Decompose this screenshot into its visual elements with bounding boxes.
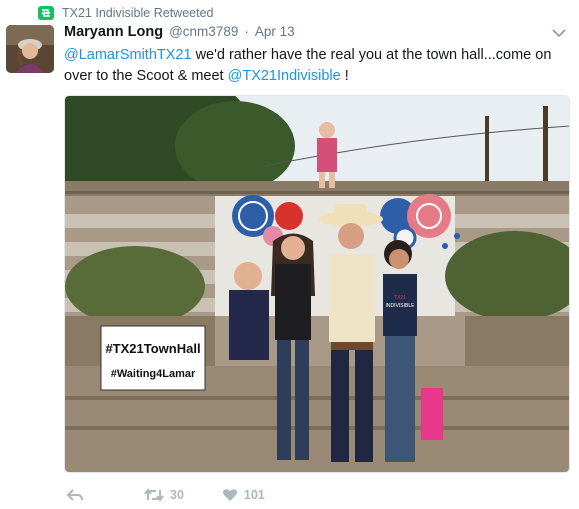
author-handle[interactable]: @cnm3789 <box>169 24 238 39</box>
retweet-count: 30 <box>170 488 184 502</box>
separator: · <box>244 24 249 39</box>
mention-link[interactable]: @TX21Indivisible <box>228 68 341 84</box>
like-count: 101 <box>243 488 265 502</box>
author-name[interactable]: Maryann Long <box>64 24 163 40</box>
retweet-context-text: TX21 Indivisible Retweeted <box>62 6 214 20</box>
tweet-text: @LamarSmithTX21 we'd rather have the rea… <box>64 45 569 87</box>
retweet-button[interactable]: 30 <box>144 488 184 502</box>
sign-line-1: #TX21TownHall <box>105 341 200 356</box>
retweet-icon <box>38 6 54 20</box>
chevron-down-icon[interactable] <box>551 26 567 38</box>
heart-icon <box>222 489 237 501</box>
mention-link[interactable]: @LamarSmithTX21 <box>64 47 192 63</box>
avatar[interactable] <box>6 25 54 73</box>
reply-button[interactable] <box>66 488 84 502</box>
reply-icon <box>66 489 83 501</box>
tweet-actions: 30 101 <box>64 485 265 505</box>
retweet-icon <box>144 488 164 502</box>
shirt-text-1: TX21 <box>394 295 406 301</box>
like-button[interactable]: 101 <box>222 488 265 502</box>
tweet-photo[interactable]: #TX21TownHall #Waiting4Lamar TX21 INDIVI… <box>64 95 570 473</box>
tweet-text-part: ! <box>340 68 349 84</box>
shirt-text-2: INDIVISIBLE <box>386 303 416 309</box>
tweet-header: Maryann Long @cnm3789 · Apr 13 <box>64 24 569 44</box>
sign-line-2: #Waiting4Lamar <box>111 368 196 380</box>
tweet-date[interactable]: Apr 13 <box>255 24 295 39</box>
retweet-context[interactable]: TX21 Indivisible Retweeted <box>38 5 213 21</box>
